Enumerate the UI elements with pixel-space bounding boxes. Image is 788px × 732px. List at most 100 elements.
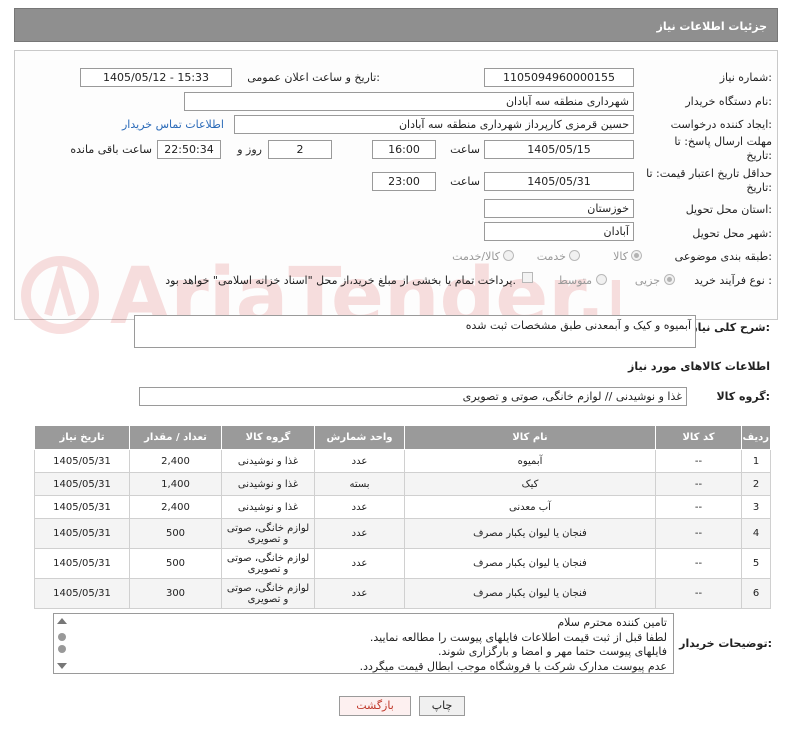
deadline-label: مهلت ارسال پاسخ: تا تاریخ:: [674, 135, 772, 162]
process-radio-medium[interactable]: [596, 274, 607, 285]
cell-unit: عدد: [314, 449, 405, 473]
announce-field: 1405/05/12 - 15:33: [80, 68, 232, 87]
category-option-service: خدمت: [536, 250, 566, 263]
category-option-goods: کالا: [613, 250, 628, 263]
validity-date-field: 1405/05/31: [484, 172, 634, 191]
cell-quantity: 300: [129, 578, 222, 609]
need-number-field: 1105094960000155: [484, 68, 634, 87]
scroll-down-icon: [57, 663, 67, 669]
goods-table: ردیف کد کالا نام کالا واحد شمارش گروه کا…: [34, 425, 771, 609]
goods-group-label: گروه کالا:: [716, 390, 770, 403]
back-button[interactable]: بازگشت: [339, 696, 411, 716]
cell-group: غذا و نوشیدنی: [221, 495, 315, 519]
goods-group-field: غذا و نوشیدنی // لوازم خانگی، صوتی و تصو…: [139, 387, 687, 406]
cell-code: --: [655, 495, 742, 519]
cell-index: 5: [741, 548, 771, 579]
table-row: 2 -- کیک بسته غذا و نوشیدنی 1,400 1405/0…: [34, 472, 771, 496]
notes-scrollbar[interactable]: [55, 615, 69, 672]
cell-quantity: 500: [129, 548, 222, 579]
notes-line: فایلهای پیوست حتما مهر و امضا و بارگزاری…: [438, 645, 667, 658]
cell-name: فنجان یا لیوان یکبار مصرف: [404, 578, 656, 609]
deadline-time-label: ساعت: [450, 143, 480, 156]
cell-name: کیک: [404, 472, 656, 496]
cell-quantity: 1,400: [129, 472, 222, 496]
cell-unit: عدد: [314, 495, 405, 519]
col-header-index: ردیف: [741, 425, 771, 450]
buyer-label: نام دستگاه خریدار:: [685, 95, 772, 108]
cell-code: --: [655, 518, 742, 549]
description-textarea[interactable]: آبمیوه و کیک و آبمعدنی طبق مشخصات ثبت شد…: [134, 315, 696, 348]
validity-time-label: ساعت: [450, 175, 480, 188]
cell-date: 1405/05/31: [34, 495, 130, 519]
cell-unit: عدد: [314, 578, 405, 609]
contact-info-link[interactable]: اطلاعات تماس خریدار: [122, 118, 224, 131]
col-header-group: گروه کالا: [221, 425, 315, 450]
deadline-time-field: 16:00: [372, 140, 436, 159]
cell-unit: عدد: [314, 518, 405, 549]
validity-label: حداقل تاریخ اعتبار قیمت: تا تاریخ:: [646, 167, 772, 194]
cell-name: فنجان یا لیوان یکبار مصرف: [404, 518, 656, 549]
col-header-quantity: تعداد / مقدار: [129, 425, 222, 450]
scroll-thumb-icon: [58, 633, 66, 641]
table-row: 5 -- فنجان یا لیوان یکبار مصرف عدد لوازم…: [34, 548, 771, 579]
col-header-code: کد کالا: [655, 425, 742, 450]
table-row: 3 -- آب معدنی عدد غذا و نوشیدنی 2,400 14…: [34, 495, 771, 519]
print-button[interactable]: چاپ: [419, 696, 465, 716]
days-field: 2: [268, 140, 332, 159]
category-radio-service[interactable]: [569, 250, 580, 261]
cell-index: 6: [741, 578, 771, 609]
notes-line: عدم پیوست مدارک شرکت یا فروشگاه موجب ابط…: [359, 659, 667, 673]
remaining-time-field: 22:50:34: [157, 140, 221, 159]
city-field: آبادان: [484, 222, 634, 241]
goods-section-title: اطلاعات کالاهای مورد نیاز: [628, 360, 770, 373]
notes-line: تامین کننده محترم سلام: [557, 616, 667, 629]
cell-quantity: 2,400: [129, 449, 222, 473]
cell-group: لوازم خانگی، صوتی و تصویری: [221, 548, 315, 579]
page-header: جزئیات اطلاعات نیاز: [14, 8, 778, 42]
category-radio-goods[interactable]: [631, 250, 642, 261]
city-label: شهر محل تحویل:: [692, 227, 772, 240]
cell-quantity: 500: [129, 518, 222, 549]
remaining-label: ساعت باقی مانده: [70, 143, 152, 156]
cell-date: 1405/05/31: [34, 578, 130, 609]
col-header-name: نام کالا: [404, 425, 656, 450]
cell-group: غذا و نوشیدنی: [221, 449, 315, 473]
process-option-minor: جزیی: [634, 274, 660, 287]
announce-label: تاریخ و ساعت اعلان عمومی:: [247, 71, 380, 84]
days-label: روز و: [237, 143, 262, 156]
cell-index: 1: [741, 449, 771, 473]
cell-date: 1405/05/31: [34, 472, 130, 496]
table-row: 4 -- فنجان یا لیوان یکبار مصرف عدد لوازم…: [34, 518, 771, 549]
category-radio-both[interactable]: [503, 250, 514, 261]
table-row: 1 -- آبمیوه عدد غذا و نوشیدنی 2,400 1405…: [34, 449, 771, 473]
cell-name: آبمیوه: [404, 449, 656, 473]
cell-unit: عدد: [314, 548, 405, 579]
cell-name: آب معدنی: [404, 495, 656, 519]
page-title: جزئیات اطلاعات نیاز: [656, 20, 768, 33]
category-label: طبقه بندی موضوعی:: [674, 250, 772, 263]
buyer-field: شهرداری منطقه سه آبادان: [184, 92, 634, 111]
cell-index: 4: [741, 518, 771, 549]
cell-code: --: [655, 472, 742, 496]
notes-line: لطفا قبل از ثبت قیمت اطلاعات فایلهای پیو…: [369, 630, 667, 644]
table-row: 6 -- فنجان یا لیوان یکبار مصرف عدد لوازم…: [34, 578, 771, 609]
cell-date: 1405/05/31: [34, 518, 130, 549]
cell-quantity: 2,400: [129, 495, 222, 519]
process-radio-minor[interactable]: [664, 274, 675, 285]
cell-index: 3: [741, 495, 771, 519]
cell-code: --: [655, 548, 742, 579]
deadline-date-field: 1405/05/15: [484, 140, 634, 159]
buyer-notes-textarea[interactable]: تامین کننده محترم سلام لطفا قبل از ثبت ق…: [53, 613, 674, 674]
cell-unit: بسته: [314, 472, 405, 496]
description-label: شرح کلی نیاز:: [691, 321, 770, 334]
col-header-date: تاریخ نیاز: [34, 425, 130, 450]
cell-group: غذا و نوشیدنی: [221, 472, 315, 496]
treasury-payment-note: پرداخت تمام یا بخشی از مبلغ خرید،از محل …: [165, 274, 516, 287]
province-field: خوزستان: [484, 199, 634, 218]
validity-time-field: 23:00: [372, 172, 436, 191]
cell-group: لوازم خانگی، صوتی و تصویری: [221, 518, 315, 549]
cell-group: لوازم خانگی، صوتی و تصویری: [221, 578, 315, 609]
creator-label: ایجاد کننده درخواست:: [670, 118, 772, 131]
treasury-payment-checkbox[interactable]: [522, 272, 533, 283]
cell-code: --: [655, 449, 742, 473]
